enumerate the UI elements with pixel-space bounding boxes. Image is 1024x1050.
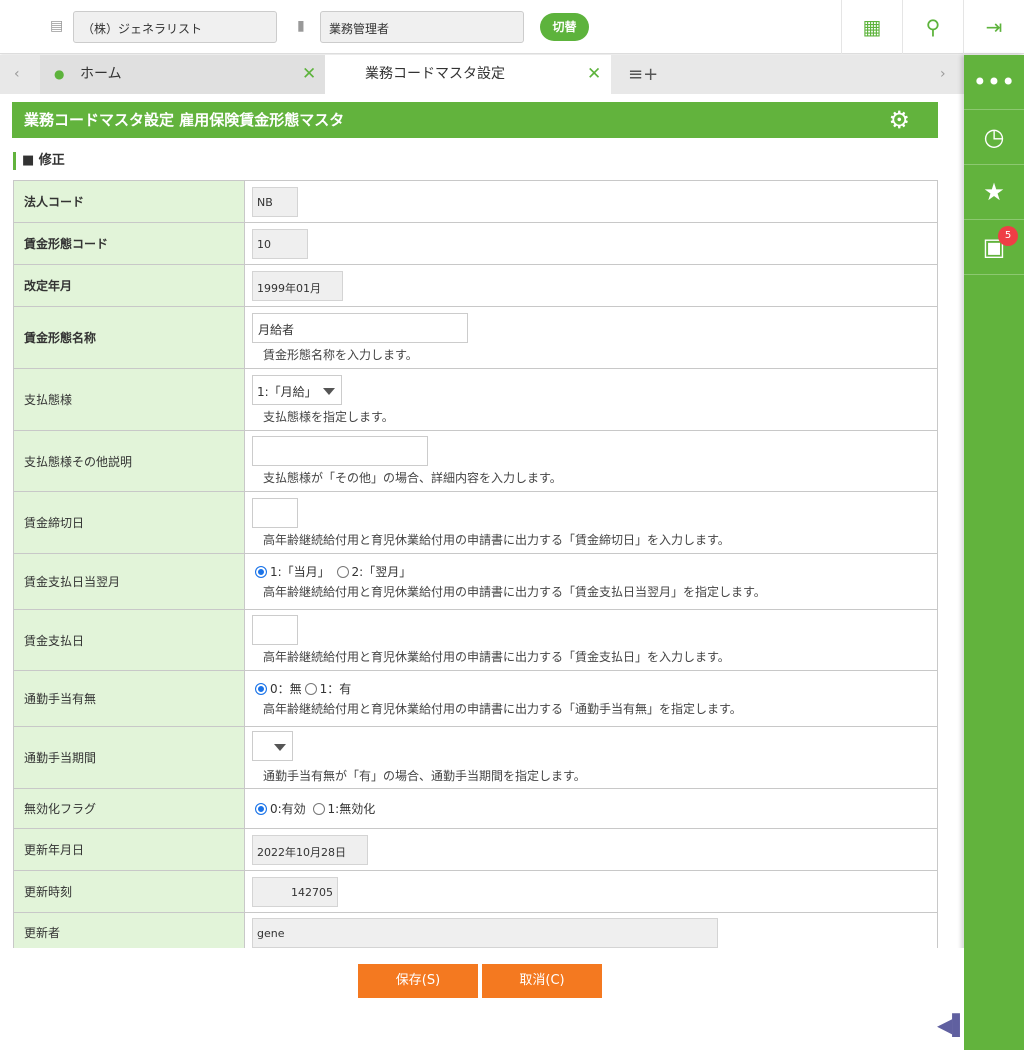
revision-value: 1999年01月 [252, 270, 343, 301]
field-label: 法人コード [13, 180, 245, 223]
field-label: 更新年月日 [13, 828, 245, 871]
cancel-button[interactable]: 取消(C) [482, 964, 602, 998]
radio-label: 0：無 [270, 682, 302, 696]
payment-other-input[interactable] [252, 436, 428, 466]
row-corp-code: 法人コード NB [13, 180, 938, 223]
field-label: 通勤手当有無 [13, 670, 245, 727]
chevron-down-icon [274, 744, 286, 751]
tab-label: ホーム [80, 66, 122, 82]
building-icon: ▤ [50, 18, 64, 34]
edit-form: 法人コード NB 賃金形態コード 10 改定年月 1999年01月 賃金形態名称 月給者… [13, 180, 938, 953]
hint: 高年齢継続給付用と育児休業給付用の申請書に出力する「通勤手当有無」を指定します。 [263, 702, 742, 716]
logout-icon[interactable]: ⇥ [963, 0, 1024, 54]
closing-day-input[interactable] [252, 497, 298, 528]
row-wage-code: 賃金形態コード 10 [13, 222, 938, 265]
updated-date-value: 2022年10月28日 [252, 834, 368, 865]
selected-value: 1:「月給」 [257, 384, 317, 399]
field-label: 賃金支払日 [13, 609, 245, 671]
role-field[interactable]: 業務管理者 [320, 11, 524, 43]
switch-button[interactable]: 切替 [540, 13, 589, 41]
page-title-bar: 業務コードマスタ設定 雇用保険賃金形態マスタ ⚙ [12, 102, 938, 138]
hint: 高年齢継続給付用と育児休業給付用の申請書に出力する「賃金支払日当翌月」を指定しま… [263, 585, 766, 599]
apps-grid-icon[interactable]: ▦ [841, 0, 902, 54]
gear-icon[interactable]: ⚙ [888, 102, 910, 138]
hint: 支払態様を指定します。 [263, 409, 394, 424]
tab-scroll-left[interactable]: ‹ [14, 55, 20, 94]
more-icon[interactable]: ••• [964, 55, 1024, 110]
clipboard-icon: ▮ [297, 18, 305, 34]
row-payment-mode: 支払態様 1:「月給」支払態様を指定します。 [13, 368, 938, 431]
row-commute: 通勤手当有無 0：無 1：有高年齢継続給付用と育児休業給付用の申請書に出力する「通勤… [13, 670, 938, 727]
radio-commute-yes[interactable] [304, 683, 317, 695]
field-label: 賃金形態名称 [13, 306, 245, 369]
row-wage-name: 賃金形態名称 月給者賃金形態名称を入力します。 [13, 306, 938, 369]
row-pay-day: 賃金支払日高年齢継続給付用と育児休業給付用の申請書に出力する「賃金支払日」を入力… [13, 609, 938, 671]
field-label: 更新時刻 [13, 870, 245, 913]
add-tab-icon[interactable]: ≡+ [628, 55, 658, 94]
top-header: ▤ （株）ジェネラリスト ▮ 業務管理者 切替 ▦ ⚲ ⇥ [0, 0, 1024, 54]
radio-label: 1：有 [319, 682, 352, 696]
right-sidebar: ••• ◷ ★ ▣ 5 [964, 55, 1024, 1050]
save-button[interactable]: 保存(S) [358, 964, 478, 998]
row-pay-month: 賃金支払日当翌月 1:「当月」 2:「翌月」高年齢継続給付用と育児休業給付用の申請… [13, 553, 938, 610]
tab-scroll-right[interactable]: › [940, 55, 946, 94]
hint: 高年齢継続給付用と育児休業給付用の申請書に出力する「賃金締切日」を入力します。 [263, 532, 730, 547]
field-label: 通勤手当期間 [13, 726, 245, 789]
payment-mode-select[interactable]: 1:「月給」 [252, 374, 342, 405]
radio-enabled[interactable] [255, 803, 267, 815]
field-label: 更新者 [13, 912, 245, 953]
hint: 支払態様が「その他」の場合、詳細内容を入力します。 [263, 471, 562, 485]
hint: 賃金形態名称を入力します。 [263, 347, 418, 362]
wage-code-value: 10 [252, 228, 308, 259]
field-label: 支払態様 [13, 368, 245, 431]
radio-label: 1:無効化 [327, 802, 376, 816]
field-label: 賃金支払日当翌月 [13, 553, 245, 610]
company-field[interactable]: （株）ジェネラリスト [73, 11, 277, 43]
field-label: 改定年月 [13, 264, 245, 307]
field-label: 賃金形態コード [13, 222, 245, 265]
field-label: 支払態様その他説明 [13, 430, 245, 492]
hint: 通勤手当有無が「有」の場合、通勤手当期間を指定します。 [263, 769, 586, 783]
collapse-arrow-icon[interactable]: ◀▌ [937, 1013, 968, 1037]
radio-disabled[interactable] [312, 803, 325, 815]
inbox-icon[interactable]: ▣ 5 [964, 220, 1024, 275]
tab-label: 業務コードマスタ設定 [365, 66, 505, 82]
pay-day-input[interactable] [252, 615, 298, 645]
close-icon[interactable]: ✕ [302, 55, 316, 94]
radio-current-month[interactable] [255, 566, 267, 578]
row-updated-time: 更新時刻 142705 [13, 870, 938, 913]
tab-code-master[interactable]: 業務コードマスタ設定 ✕ [325, 55, 611, 94]
star-icon[interactable]: ★ [964, 165, 1024, 220]
commute-period-select[interactable] [252, 731, 293, 761]
hint: 高年齢継続給付用と育児休業給付用の申請書に出力する「賃金支払日」を入力します。 [263, 650, 730, 664]
row-commute-period: 通勤手当期間通勤手当有無が「有」の場合、通勤手当期間を指定します。 [13, 726, 938, 789]
close-icon[interactable]: ✕ [587, 55, 601, 94]
radio-label: 0:有効 [270, 802, 306, 816]
updated-time-value: 142705 [252, 876, 338, 907]
tab-bar: ‹ ● ホーム ✕ 業務コードマスタ設定 ✕ ≡+ › [0, 55, 964, 94]
history-icon[interactable]: ◷ [964, 110, 1024, 165]
updated-by-value: gene [252, 917, 718, 948]
row-updated-by: 更新者 gene [13, 912, 938, 953]
field-label: 無効化フラグ [13, 788, 245, 829]
section-title: ■ 修正 [13, 152, 65, 170]
wage-name-input[interactable]: 月給者 [252, 312, 468, 343]
row-revision: 改定年月 1999年01月 [13, 264, 938, 307]
row-disable-flag: 無効化フラグ 0:有効 1:無効化 [13, 788, 938, 829]
radio-label: 2:「翌月」 [351, 565, 412, 579]
pin-icon: ● [54, 67, 65, 81]
chevron-down-icon [323, 387, 335, 395]
tab-home[interactable]: ● ホーム ✕ [40, 55, 325, 94]
radio-next-month[interactable] [336, 566, 349, 578]
page-title: 業務コードマスタ設定 雇用保険賃金形態マスタ [24, 111, 345, 129]
row-updated-date: 更新年月日 2022年10月28日 [13, 828, 938, 871]
notification-badge: 5 [998, 226, 1018, 246]
field-label: 賃金締切日 [13, 491, 245, 554]
corp-code-value: NB [252, 186, 298, 217]
radio-commute-none[interactable] [255, 683, 267, 695]
row-closing-day: 賃金締切日高年齢継続給付用と育児休業給付用の申請書に出力する「賃金締切日」を入力… [13, 491, 938, 554]
row-payment-other: 支払態様その他説明支払態様が「その他」の場合、詳細内容を入力します。 [13, 430, 938, 492]
search-icon[interactable]: ⚲ [902, 0, 963, 54]
radio-label: 1:「当月」 [270, 565, 330, 579]
